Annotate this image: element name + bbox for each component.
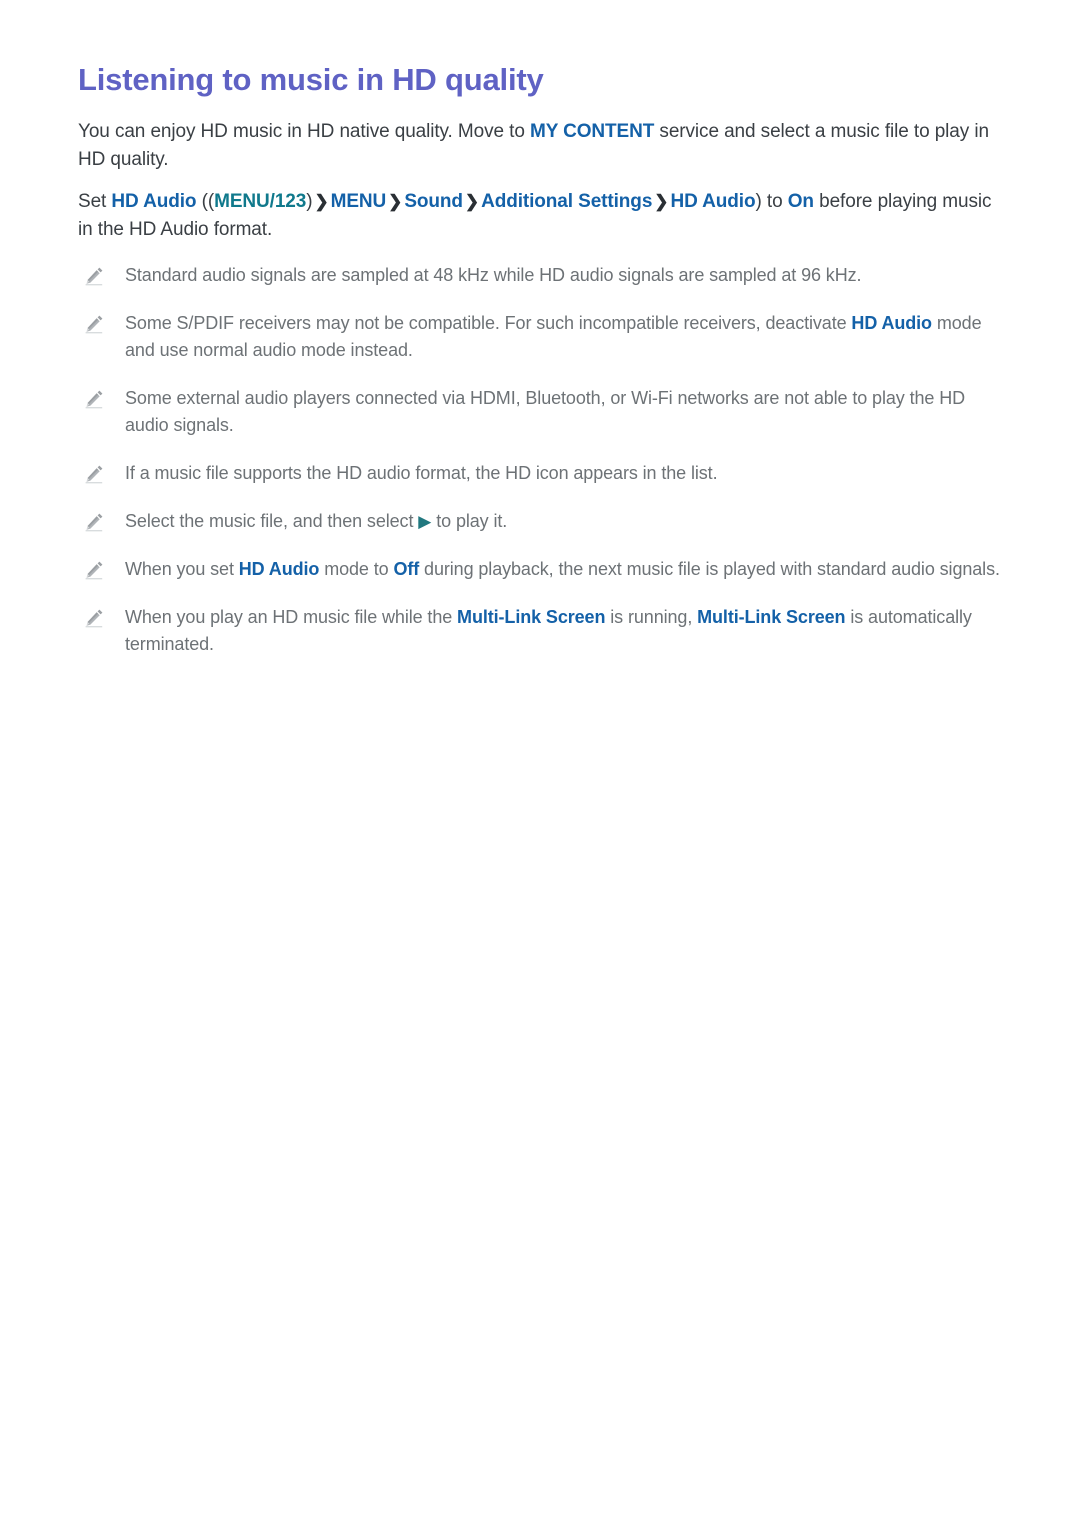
note-sampling-rates: Standard audio signals are sampled at 48… bbox=[125, 262, 1002, 289]
menu-path-paragraph: Set HD Audio ((MENU/123) ❯ MENU ❯ Sound ❯ Addi… bbox=[78, 188, 1002, 244]
note-text-run: to play it. bbox=[431, 510, 508, 531]
menu-prefix: Set bbox=[78, 190, 112, 212]
note-select-to-play: Select the music file, and then select ▶… bbox=[125, 508, 1002, 535]
chevron-right-icon-2: ❯ bbox=[388, 191, 403, 211]
note-text-run: If a music file supports the HD audio fo… bbox=[125, 462, 718, 483]
note-text-run: during playback, the next music file is … bbox=[419, 558, 1000, 579]
note-emphasis-token[interactable]: HD Audio bbox=[851, 313, 932, 333]
note-emphasis-token[interactable]: Multi-Link Screen bbox=[457, 607, 605, 627]
menu-token-hd-audio[interactable]: HD Audio bbox=[111, 191, 196, 212]
pencil-note-icon bbox=[83, 265, 105, 287]
note-spdif-receivers: Some S/PDIF receivers may not be compati… bbox=[125, 310, 1002, 364]
note-emphasis-token[interactable]: HD Audio bbox=[239, 559, 320, 579]
note-text-run: Standard audio signals are sampled at 48… bbox=[125, 264, 862, 285]
note-text-run: When you play an HD music file while the bbox=[125, 606, 458, 627]
document-page: Listening to music in HD quality You can… bbox=[0, 0, 1080, 1527]
note-hd-icon-in-list: If a music file supports the HD audio fo… bbox=[125, 460, 1002, 487]
note-item: Some external audio players connected vi… bbox=[78, 385, 1002, 439]
note-text-run: is running, bbox=[605, 606, 698, 627]
menu-token-additional-settings[interactable]: Additional Settings bbox=[481, 191, 652, 212]
note-external-players: Some external audio players connected vi… bbox=[125, 385, 1002, 439]
note-emphasis-token[interactable]: Off bbox=[393, 559, 419, 579]
menu-token-menu[interactable]: MENU bbox=[331, 191, 387, 212]
menu-token-on[interactable]: On bbox=[788, 191, 814, 212]
play-icon: ▶ bbox=[418, 511, 432, 531]
pencil-note-icon bbox=[83, 463, 105, 485]
menu-text-to: to bbox=[761, 190, 788, 212]
note-text-run: mode to bbox=[319, 558, 394, 579]
chevron-right-icon-4: ❯ bbox=[654, 191, 669, 211]
my-content-link[interactable]: MY CONTENT bbox=[530, 121, 654, 142]
notes-list: Standard audio signals are sampled at 48… bbox=[78, 262, 1002, 658]
note-text-run: Some S/PDIF receivers may not be compati… bbox=[125, 312, 852, 333]
note-emphasis-token[interactable]: Multi-Link Screen bbox=[697, 607, 845, 627]
note-hd-audio-off: When you set HD Audio mode to Off during… bbox=[125, 556, 1002, 583]
intro-text-before: You can enjoy HD music in HD native qual… bbox=[78, 120, 530, 142]
chevron-right-icon-1: ❯ bbox=[314, 191, 329, 211]
note-multi-link-screen: When you play an HD music file while the… bbox=[125, 604, 1002, 658]
chevron-right-icon-3: ❯ bbox=[464, 191, 480, 211]
note-item: When you set HD Audio mode to Off during… bbox=[78, 556, 1002, 583]
menu-token-sound[interactable]: Sound bbox=[404, 191, 463, 212]
pencil-note-icon bbox=[83, 559, 105, 581]
note-text-run: When you set bbox=[125, 558, 239, 579]
note-item: Standard audio signals are sampled at 48… bbox=[78, 262, 1002, 289]
intro-paragraph: You can enjoy HD music in HD native qual… bbox=[78, 118, 1002, 174]
pencil-note-icon bbox=[83, 511, 105, 533]
menu-token-hd-audio-2[interactable]: HD Audio bbox=[670, 191, 755, 212]
page-title: Listening to music in HD quality bbox=[78, 62, 544, 97]
note-text-run: Select the music file, and then select bbox=[125, 510, 419, 531]
note-item: Some S/PDIF receivers may not be compati… bbox=[78, 310, 1002, 364]
pencil-note-icon bbox=[83, 313, 105, 335]
note-item: When you play an HD music file while the… bbox=[78, 604, 1002, 658]
menu-open-paren: (( bbox=[196, 190, 215, 212]
pencil-note-icon bbox=[83, 388, 105, 410]
note-item: If a music file supports the HD audio fo… bbox=[78, 460, 1002, 487]
note-text-run: Some external audio players connected vi… bbox=[125, 387, 966, 435]
note-item: Select the music file, and then select ▶… bbox=[78, 508, 1002, 535]
menu-token-menu123[interactable]: MENU/123 bbox=[214, 191, 306, 212]
pencil-note-icon bbox=[83, 607, 105, 629]
